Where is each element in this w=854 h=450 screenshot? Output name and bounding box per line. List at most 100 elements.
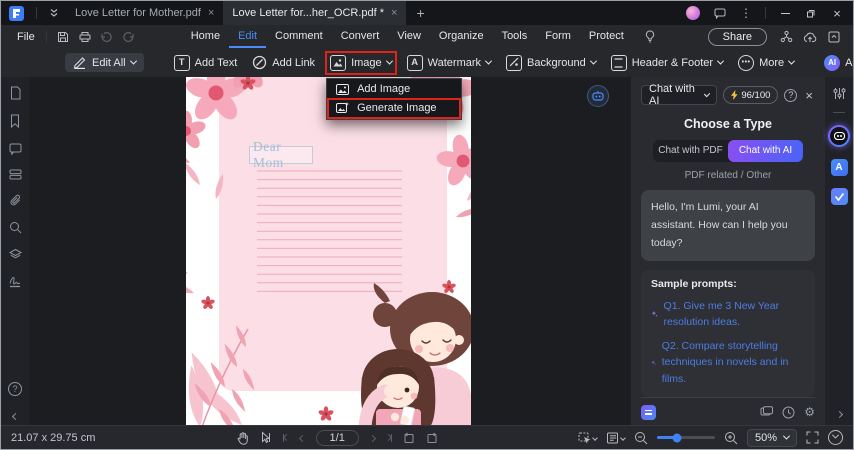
more-view-options-icon[interactable] [828,430,843,445]
menu-protect[interactable]: Protect [580,25,633,48]
close-window-button[interactable]: × [825,2,849,24]
menu-view[interactable]: View [388,25,430,48]
zoom-level-value: 50% [754,431,777,444]
minimize-button[interactable] [773,2,797,24]
zoom-in-icon[interactable] [724,431,738,445]
comments-icon[interactable] [9,142,22,155]
fullscreen-icon[interactable] [806,431,819,444]
search-icon[interactable] [9,221,22,234]
collapse-right-panel-icon[interactable] [835,410,843,419]
chevron-down-icon [385,57,393,65]
hand-tool-icon[interactable] [236,431,249,445]
sample-prompt-q1[interactable]: Q1. Give me 3 New Year resolution ideas. [651,298,805,331]
first-page-icon[interactable] [282,433,290,442]
menu-item-add-image[interactable]: Add Image [327,80,461,99]
last-page-icon[interactable] [384,433,392,442]
bookmarks-icon[interactable] [9,114,21,128]
new-tab-button[interactable]: + [406,5,434,21]
tab-close-icon[interactable]: × [391,7,397,19]
zoom-slider-thumb[interactable] [672,433,682,442]
tab-list-chevrons-icon[interactable] [42,2,66,24]
redo-icon[interactable] [118,28,140,46]
collapse-left-panel-icon[interactable] [11,412,19,421]
zoom-level-select[interactable]: 50% [746,428,797,447]
chat-with-pdf-button[interactable]: Chat with PDF [653,140,728,162]
settings-gear-icon[interactable]: ⚙ [804,405,815,419]
page-thumbnails-icon[interactable] [9,86,22,100]
dear-mom-text-field[interactable]: Dear Mom [249,139,313,170]
zoom-out-icon[interactable] [634,431,648,445]
menu-home[interactable]: Home [182,25,229,48]
whats-new-lamp-icon[interactable] [639,28,661,46]
add-link-button[interactable]: Add Link [252,55,315,70]
signature-icon[interactable] [8,275,22,288]
type-caption: PDF related / Other [684,169,772,181]
new-chat-icon[interactable] [760,406,774,418]
app-logo-icon[interactable] [9,5,24,21]
snapshot-tool-button[interactable] [578,432,598,444]
page-view-mode-button[interactable] [606,432,626,444]
translate-tab-icon[interactable]: A [827,156,848,176]
header-footer-button[interactable]: Header & Footer [610,54,725,71]
zoom-slider[interactable] [656,433,715,442]
user-avatar[interactable] [686,6,700,20]
menu-tools[interactable]: Tools [493,25,537,48]
rotate-left-icon[interactable] [403,432,415,444]
sparkle-icon [651,360,656,365]
ai-help-icon[interactable]: ? [784,88,798,102]
floating-ai-robot-button[interactable] [587,85,609,107]
sample-prompt-q2[interactable]: Q2. Compare storytelling techniques in n… [651,338,805,387]
layers-icon[interactable] [8,248,22,261]
watermark-button[interactable]: A Watermark [406,54,493,71]
add-image-icon [336,83,350,95]
edit-all-button[interactable]: Edit All [65,53,144,72]
tab-love-letter-ocr[interactable]: Love Letter for...her_OCR.pdf * × [223,1,407,25]
collaborate-icon[interactable] [775,28,797,46]
menu-edit[interactable]: Edit [229,25,267,48]
document-canvas[interactable]: Dear Mom [29,77,631,425]
menu-comment[interactable]: Comment [266,25,332,48]
save-icon[interactable] [52,28,74,46]
restore-button[interactable] [799,2,823,24]
menu-item-label: Generate Image [357,102,437,114]
share-button[interactable]: Share [707,27,767,46]
ai-robot-tab-icon[interactable] [828,125,850,147]
add-text-button[interactable]: T Add Text [173,54,237,71]
history-clock-icon[interactable] [782,406,795,419]
tasks-tab-icon[interactable] [830,188,848,205]
cloud-upload-icon[interactable] [799,28,821,46]
tune-sliders-icon[interactable] [833,87,846,100]
menu-convert[interactable]: Convert [332,25,389,48]
feedback-icon[interactable] [708,2,732,24]
undo-icon[interactable] [96,28,118,46]
rotate-right-icon[interactable] [426,432,438,444]
image-button[interactable]: Image [330,54,393,71]
menu-organize[interactable]: Organize [430,25,493,48]
background-button[interactable]: Background [506,54,597,71]
page-indicator[interactable]: 1/1 [315,429,359,446]
hide-toolbar-icon[interactable] [823,28,845,46]
tab-close-icon[interactable]: × [208,7,214,19]
chevron-down-icon [129,57,137,65]
print-icon[interactable] [74,28,96,46]
window-menu-icon[interactable]: ⋮ [734,2,758,24]
menu-form[interactable]: Form [536,25,580,48]
ai-mode-select[interactable]: Chat with AI [641,83,718,107]
add-text-icon: T [173,54,190,71]
field-list-icon[interactable] [9,169,22,180]
next-page-icon[interactable] [368,432,376,444]
notebook-icon[interactable] [641,404,656,420]
pdf-page[interactable]: Dear Mom [186,77,471,425]
menu-item-generate-image[interactable]: Generate Image [327,97,462,119]
select-tool-icon[interactable] [260,431,272,444]
chevron-down-icon [782,432,791,440]
chat-with-ai-button[interactable]: Chat with AI [728,140,803,162]
help-icon[interactable]: ? [8,382,22,396]
attachments-icon[interactable] [9,194,22,207]
previous-page-icon[interactable] [298,432,306,444]
tab-love-letter-for-mother[interactable]: Love Letter for Mother.pdf × [66,1,223,25]
ai-assistant-button[interactable]: AI AI Assistant [824,54,853,71]
more-button[interactable]: ••• More [738,54,796,71]
menu-file[interactable]: File [11,31,41,43]
close-panel-icon[interactable]: × [803,88,815,103]
